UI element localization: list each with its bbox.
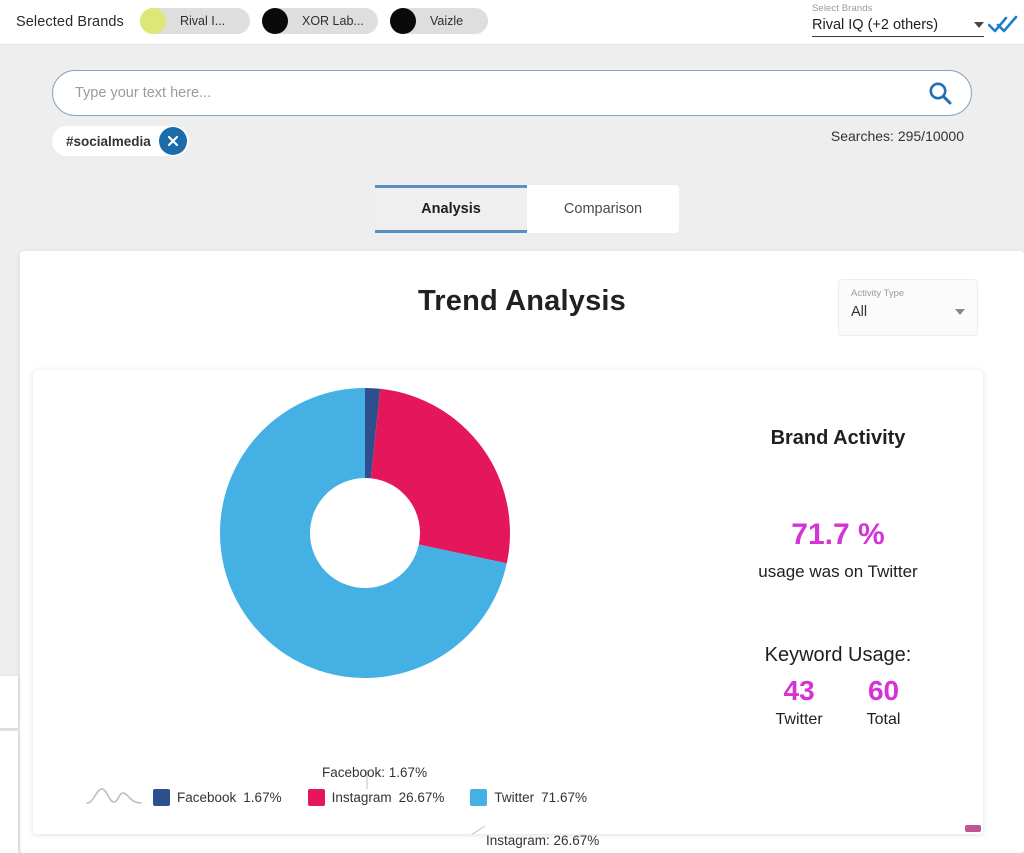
keyword-usage-counts: 43 Twitter 60 Total	[693, 675, 983, 729]
brand-chip-label: XOR Lab...	[302, 14, 364, 28]
activity-type-value: All	[851, 304, 868, 320]
keyword-usage-total: 60 Total	[867, 675, 901, 729]
brand-chip-label: Vaizle	[430, 14, 464, 28]
keyword-usage-total-value: 60	[867, 675, 900, 706]
brand-activity-subtext: usage was on Twitter	[758, 562, 918, 581]
activity-type-dropdown[interactable]: Activity Type All	[838, 279, 978, 336]
keyword-usage-twitter: 43 Twitter	[776, 675, 823, 729]
legend-value-facebook: 1.67%	[243, 790, 282, 805]
brand-avatar	[140, 8, 166, 34]
brand-activity-title: Brand Activity	[770, 427, 906, 449]
close-icon[interactable]	[158, 127, 187, 155]
brand-activity-value: 71.7 %	[791, 518, 885, 551]
legend-value-twitter: 71.67%	[541, 790, 587, 805]
select-brands-value-row[interactable]: Rival IQ (+2 others)	[812, 17, 984, 37]
pie-slice-instagram	[370, 388, 510, 564]
legend-swatch-twitter	[470, 789, 488, 806]
keyword-usage-total-label: Total	[866, 711, 901, 728]
legend-label-twitter: Twitter	[494, 790, 535, 805]
brand-chip-1[interactable]: XOR Lab...	[262, 8, 378, 34]
keyword-usage-twitter-value: 43	[783, 675, 815, 706]
pie-label-instagram: Instagram: 26.67%	[486, 833, 600, 848]
search-box[interactable]	[52, 70, 972, 116]
corner-accent-marker	[965, 825, 981, 832]
donut-chart: Facebook: 1.67% Instagram: 26.67% Twitte…	[33, 370, 693, 848]
legend-label-facebook: Facebook	[177, 790, 237, 805]
search-tag-label: #socialmedia	[66, 133, 151, 149]
activity-type-label: Activity Type	[851, 288, 905, 299]
tab-analysis[interactable]: Analysis	[375, 185, 527, 233]
search-icon[interactable]	[927, 80, 953, 106]
searches-counter: Searches: 295/10000	[830, 128, 964, 144]
legend-label-instagram: Instagram	[331, 790, 392, 805]
background-panel-left-lower	[0, 731, 18, 853]
legend-item-instagram[interactable]: Instagram 26.67%	[307, 789, 445, 806]
activity-type-value-row[interactable]: All	[851, 304, 965, 320]
tab-comparison-label: Comparison	[563, 201, 643, 217]
select-brands-label: Select Brands	[812, 3, 873, 14]
tab-analysis-label: Analysis	[421, 201, 481, 217]
brand-chip-2[interactable]: Vaizle	[390, 8, 488, 34]
keyword-usage-twitter-label: Twitter	[775, 711, 823, 728]
keyword-usage-title: Keyword Usage:	[764, 644, 912, 666]
background-panel-left-upper	[0, 676, 18, 728]
legend-value-instagram: 26.67%	[398, 790, 445, 805]
pie-label-facebook: Facebook: 1.67%	[322, 765, 428, 780]
brand-activity-panel: Brand Activity 71.7 % usage was on Twitt…	[693, 370, 983, 834]
double-check-icon[interactable]	[987, 14, 1018, 34]
top-bar: Selected Brands Rival I... XOR Lab... Va…	[0, 0, 1024, 45]
search-bar[interactable]	[52, 70, 972, 116]
search-tag-chip[interactable]: #socialmedia	[52, 126, 189, 156]
chart-card: Facebook: 1.67% Instagram: 26.67% Twitte…	[33, 370, 983, 848]
tab-bar: Analysis Comparison	[375, 185, 679, 233]
chevron-down-icon	[955, 309, 965, 315]
chart-legend: Facebook 1.67% Instagram 26.67% Twitter …	[153, 789, 587, 806]
select-brands-value: Rival IQ (+2 others)	[812, 17, 939, 33]
chevron-down-icon	[974, 22, 984, 28]
select-brands-dropdown[interactable]: Select Brands Rival IQ (+2 others)	[812, 0, 984, 37]
wave-logo-icon	[85, 782, 143, 808]
legend-item-facebook[interactable]: Facebook 1.67%	[153, 789, 282, 806]
selected-brands-label: Selected Brands	[16, 14, 124, 30]
brand-chip-0[interactable]: Rival I...	[140, 8, 250, 34]
legend-swatch-facebook	[153, 789, 170, 806]
main-panel: Trend Analysis Activity Type All Faceboo…	[20, 251, 1024, 853]
brand-avatar	[390, 8, 416, 34]
legend-item-twitter[interactable]: Twitter 71.67%	[470, 789, 587, 806]
legend-swatch-instagram	[307, 789, 325, 806]
tab-comparison[interactable]: Comparison	[527, 185, 679, 233]
search-input[interactable]	[75, 85, 927, 101]
brand-chip-label: Rival I...	[180, 14, 226, 28]
brand-avatar	[262, 8, 288, 34]
